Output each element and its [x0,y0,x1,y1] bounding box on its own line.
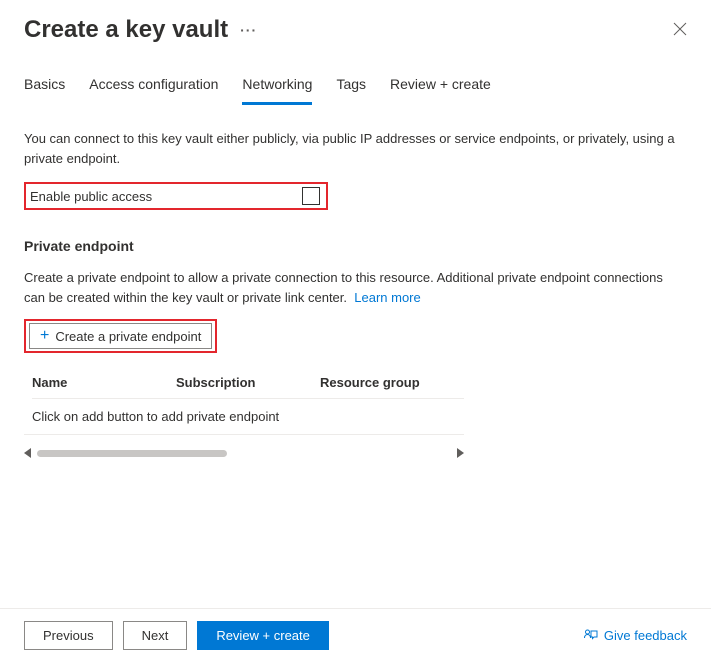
close-button[interactable] [669,18,691,43]
plus-icon: + [40,328,49,344]
next-button[interactable]: Next [123,621,188,650]
page-title-text: Create a key vault [24,16,228,44]
close-icon [673,22,687,36]
private-endpoint-description-text: Create a private endpoint to allow a pri… [24,270,663,305]
learn-more-link[interactable]: Learn more [354,290,420,305]
review-create-button[interactable]: Review + create [197,621,329,650]
tab-review-create[interactable]: Review + create [390,68,491,105]
table-empty-row: Click on add button to add private endpo… [24,399,464,435]
column-header-name[interactable]: Name [32,375,176,390]
tabs-bar: Basics Access configuration Networking T… [0,52,711,105]
tab-basics[interactable]: Basics [24,68,65,105]
more-icon[interactable]: ··· [240,22,257,38]
create-private-endpoint-button[interactable]: + Create a private endpoint [29,323,212,349]
page-title: Create a key vault ··· [24,16,257,44]
tab-networking[interactable]: Networking [242,68,312,105]
private-endpoint-description: Create a private endpoint to allow a pri… [24,268,687,307]
enable-public-access-row: Enable public access [24,182,328,210]
horizontal-scrollbar[interactable] [24,445,464,461]
enable-public-access-checkbox[interactable] [302,187,320,205]
table-header-row: Name Subscription Resource group [32,369,464,399]
give-feedback-link[interactable]: Give feedback [583,628,687,644]
private-endpoint-table: Name Subscription Resource group Click o… [24,369,464,461]
create-private-endpoint-label: Create a private endpoint [55,329,201,344]
create-private-endpoint-highlight: + Create a private endpoint [24,319,217,353]
give-feedback-label: Give feedback [604,628,687,643]
private-endpoint-heading: Private endpoint [24,238,687,254]
scroll-right-arrow-icon[interactable] [457,448,464,458]
tab-tags[interactable]: Tags [336,68,366,105]
footer-bar: Previous Next Review + create Give feedb… [0,608,711,662]
enable-public-access-label: Enable public access [30,189,152,204]
scroll-left-arrow-icon[interactable] [24,448,31,458]
scrollbar-thumb[interactable] [37,450,227,457]
networking-intro-text: You can connect to this key vault either… [24,129,687,168]
previous-button[interactable]: Previous [24,621,113,650]
column-header-resource-group[interactable]: Resource group [320,375,464,390]
feedback-icon [583,628,599,644]
tab-access-configuration[interactable]: Access configuration [89,68,218,105]
column-header-subscription[interactable]: Subscription [176,375,320,390]
